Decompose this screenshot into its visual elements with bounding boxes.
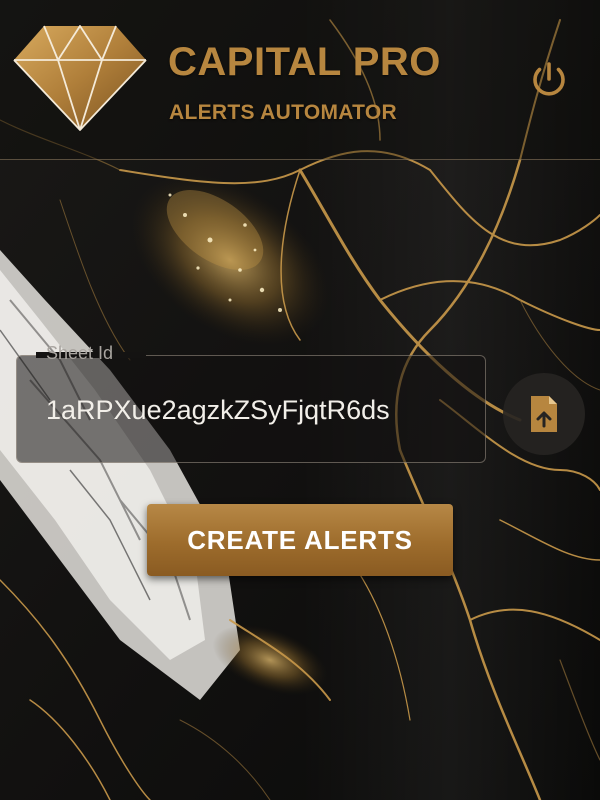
app-header: CAPITAL PRO ALERTS AUTOMATOR <box>0 0 600 160</box>
brand-title: CAPITAL PRO <box>168 40 441 84</box>
create-alerts-button[interactable]: CREATE ALERTS <box>147 504 453 576</box>
brand-subtitle: ALERTS AUTOMATOR <box>169 101 398 124</box>
sheet-id-label: Sheet Id <box>46 343 114 363</box>
power-icon[interactable] <box>527 58 571 102</box>
header-divider <box>0 159 600 160</box>
sheet-id-input[interactable] <box>46 390 460 430</box>
file-upload-icon <box>531 396 557 432</box>
upload-file-button[interactable] <box>503 373 585 455</box>
app-screen: CAPITAL PRO ALERTS AUTOMATOR Sheet Id CR… <box>0 0 600 800</box>
diamond-icon <box>13 25 147 131</box>
